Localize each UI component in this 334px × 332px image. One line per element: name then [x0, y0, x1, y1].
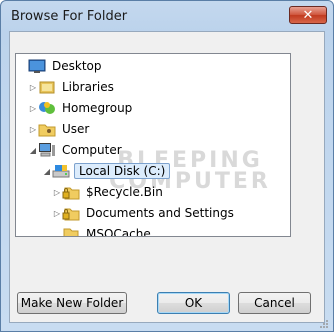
tree-item-user[interactable]: ▷ User: [28, 119, 91, 139]
expand-arrow-icon[interactable]: ▷: [28, 119, 38, 139]
tree-item-label: MSOCache: [86, 227, 151, 237]
browse-for-folder-dialog: Browse For Folder ✕ BLEEPING COMPUTER De…: [0, 0, 334, 332]
tree-item-label: Desktop: [52, 59, 102, 73]
title-bar[interactable]: Browse For Folder ✕: [1, 1, 333, 31]
folder-icon: [62, 226, 80, 236]
tree-item-label: Libraries: [62, 80, 114, 94]
desktop-icon: [28, 58, 46, 74]
tree-item-documents-and-settings[interactable]: ▷ Documents and Settings: [52, 203, 236, 223]
cancel-button[interactable]: Cancel: [238, 292, 311, 314]
close-icon: ✕: [302, 7, 314, 23]
collapse-arrow-icon[interactable]: ◢: [42, 161, 52, 181]
tree-item-desktop[interactable]: Desktop: [18, 56, 104, 76]
computer-icon: [38, 142, 56, 158]
expand-arrow-icon[interactable]: ▷: [52, 182, 62, 202]
collapse-arrow-icon[interactable]: ◢: [28, 140, 38, 160]
libraries-icon: [38, 79, 56, 95]
folder-tree[interactable]: BLEEPING COMPUTER Desktop ▷ Libraries ▷: [15, 53, 291, 237]
tree-item-computer[interactable]: ◢ Computer: [28, 140, 124, 160]
tree-item-label: Computer: [62, 143, 122, 157]
tree-item-homegroup[interactable]: ▷ Homegroup: [28, 98, 134, 118]
tree-item-label: User: [62, 122, 90, 136]
expand-arrow-icon[interactable]: ▷: [28, 77, 38, 97]
locked-folder-icon: [62, 205, 80, 221]
tree-item-label: Local Disk (C:): [74, 163, 171, 179]
dialog-title: Browse For Folder: [11, 9, 128, 24]
close-button[interactable]: ✕: [289, 6, 327, 24]
tree-item-label: Homegroup: [62, 101, 133, 115]
ok-button[interactable]: OK: [157, 292, 230, 314]
tree-item-label: Documents and Settings: [86, 206, 234, 220]
tree-item-label: $Recycle.Bin: [86, 185, 163, 199]
tree-item-recycle-bin[interactable]: ▷ $Recycle.Bin: [52, 182, 165, 202]
homegroup-icon: [38, 100, 56, 116]
local-disk-icon: [52, 163, 70, 179]
tree-item-local-disk[interactable]: ◢ Local Disk (C:): [42, 161, 171, 181]
make-new-folder-button[interactable]: Make New Folder: [17, 292, 127, 314]
expand-arrow-icon[interactable]: ▷: [28, 98, 38, 118]
tree-item-msocache[interactable]: MSOCache: [52, 224, 153, 237]
expand-arrow-icon[interactable]: ▷: [52, 203, 62, 223]
locked-folder-icon: [62, 184, 80, 200]
tree-item-libraries[interactable]: ▷ Libraries: [28, 77, 116, 97]
user-folder-icon: [38, 121, 56, 137]
resize-grip-icon[interactable]: [319, 318, 329, 328]
